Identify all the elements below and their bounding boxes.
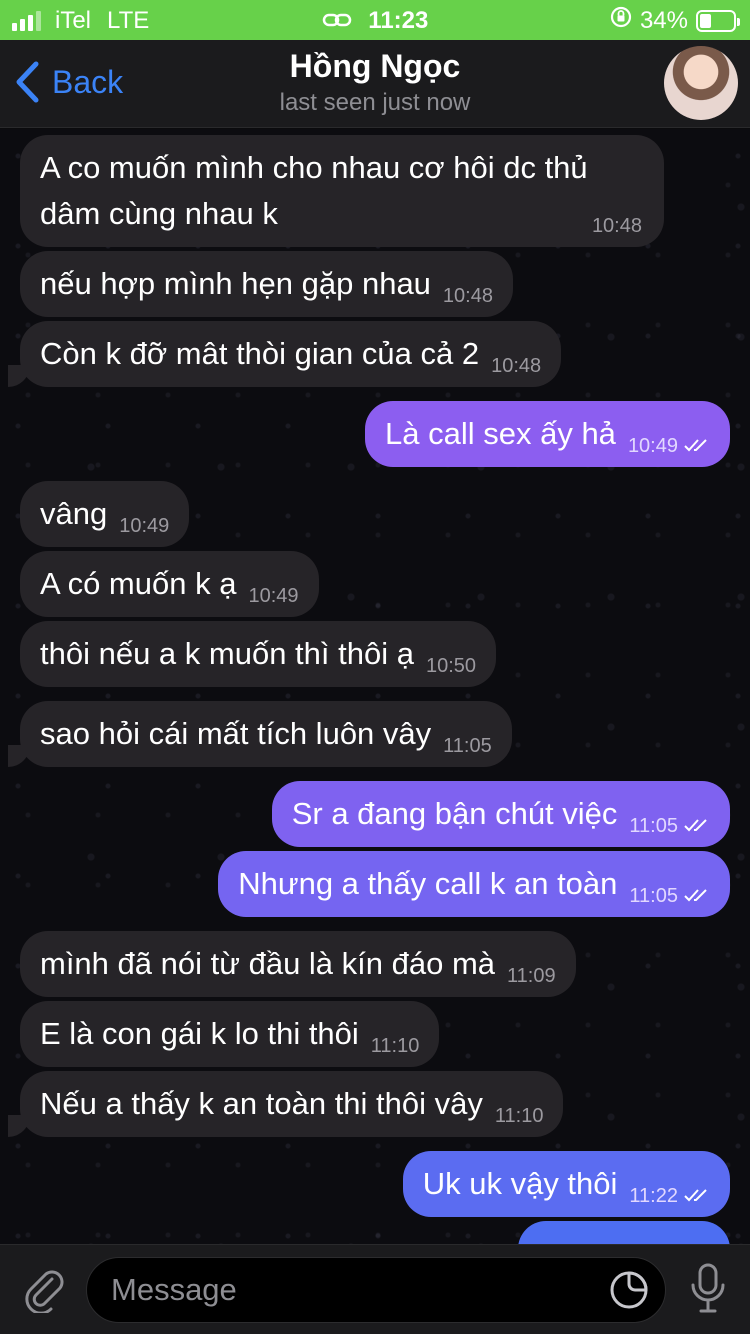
message-bubble-incoming[interactable]: A có muốn k ạ 10:49 bbox=[20, 551, 319, 617]
message-bubble-incoming[interactable]: sao hỏi cái mất tích luôn vây 11:05 bbox=[20, 701, 512, 767]
message-composer: Message bbox=[0, 1244, 750, 1334]
bubble-tail bbox=[8, 365, 30, 387]
message-time: 11:22 bbox=[629, 1185, 678, 1207]
microphone-icon[interactable] bbox=[690, 1263, 726, 1320]
message-input[interactable]: Message bbox=[86, 1257, 666, 1323]
message-text: A co muốn mình cho nhau cơ hôi dc thủ dâ… bbox=[40, 150, 588, 231]
avatar[interactable] bbox=[664, 46, 738, 120]
battery-fill bbox=[700, 13, 711, 28]
message-time: 10:49 bbox=[248, 585, 299, 607]
message-time: 11:05 bbox=[629, 815, 678, 837]
message-placeholder: Message bbox=[111, 1272, 237, 1307]
sticker-icon[interactable] bbox=[608, 1269, 650, 1316]
message-time: 10:49 bbox=[119, 515, 170, 537]
bubble-tail bbox=[8, 745, 30, 767]
message-time: 10:50 bbox=[425, 655, 477, 677]
message-time: 10:48 bbox=[442, 285, 493, 307]
message-bubble-outgoing[interactable]: Là call sex ấy hả 10:49 bbox=[365, 401, 730, 467]
message-bubble-outgoing[interactable]: Nhưng a thấy call k an toàn 11:05 bbox=[218, 851, 730, 917]
message-time: 11:10 bbox=[494, 1105, 544, 1127]
paperclip-icon[interactable] bbox=[22, 1265, 66, 1318]
message-text: Nhưng a thấy call k an toàn bbox=[238, 866, 618, 901]
status-right: 34% bbox=[610, 6, 740, 35]
status-bar: iTel LTE 11:23 34% bbox=[0, 0, 750, 40]
message-bubble-incoming[interactable]: nếu hợp mình hẹn gặp nhau 10:48 bbox=[20, 251, 513, 317]
message-text: nếu hợp mình hẹn gặp nhau bbox=[40, 266, 431, 301]
message-text: thôi nếu a k muốn thì thôi ạ bbox=[40, 636, 414, 671]
message-bubble-outgoing[interactable]: Uk uk vậy thôi 11:22 bbox=[402, 1151, 730, 1217]
message-bubble-incoming[interactable]: E là con gái k lo thi thôi 11:10 bbox=[20, 1001, 440, 1067]
message-text: A có muốn k ạ bbox=[40, 566, 237, 601]
message-time: 11:05 bbox=[629, 885, 678, 907]
message-bubble-incoming[interactable]: mình đã nói từ đầu là kín đáo mà 11:09 bbox=[20, 931, 576, 997]
message-text: mình đã nói từ đầu là kín đáo mà bbox=[40, 946, 496, 981]
message-bubble-incoming[interactable]: A co muốn mình cho nhau cơ hôi dc thủ dâ… bbox=[20, 135, 664, 247]
message-time: 11:09 bbox=[507, 965, 556, 987]
double-check-icon bbox=[684, 439, 707, 452]
message-text: Là call sex ấy hả bbox=[385, 416, 616, 451]
message-bubble-incoming[interactable]: vâng 10:49 bbox=[20, 481, 190, 547]
message-text: Uk uk vậy thôi bbox=[422, 1166, 618, 1201]
message-bubble-incoming[interactable]: Còn k đỡ mât thòi gian của cả 2 10:48 bbox=[20, 321, 562, 387]
message-text: Sr a đang bận chút việc bbox=[291, 796, 618, 831]
chat-title-wrap[interactable]: Hồng Ngọc last seen just now bbox=[0, 48, 750, 117]
message-text: vâng bbox=[40, 496, 108, 531]
battery-icon bbox=[696, 9, 740, 32]
chat-header: Back Hồng Ngọc last seen just now bbox=[0, 40, 750, 128]
double-check-icon bbox=[684, 819, 707, 832]
message-bubble-incoming[interactable]: thôi nếu a k muốn thì thôi ạ 10:50 bbox=[20, 621, 497, 687]
message-text: Nếu a thấy k an toàn thi thôi vây bbox=[40, 1086, 483, 1121]
message-bubble-outgoing-partial[interactable] bbox=[518, 1221, 730, 1244]
bubble-tail bbox=[8, 1115, 30, 1137]
message-time: 11:05 bbox=[443, 735, 492, 757]
message-text: Còn k đỡ mât thòi gian của cả 2 bbox=[40, 336, 480, 371]
message-text: E là con gái k lo thi thôi bbox=[40, 1016, 359, 1051]
double-check-icon bbox=[684, 1189, 707, 1202]
message-time: 10:48 bbox=[491, 355, 542, 377]
message-time: 10:49 bbox=[627, 435, 678, 457]
status-time: 11:23 bbox=[368, 7, 429, 34]
last-seen-status: last seen just now bbox=[279, 89, 471, 116]
message-text: sao hỏi cái mất tích luôn vây bbox=[40, 716, 432, 751]
message-time: 11:10 bbox=[370, 1035, 420, 1057]
battery-percent: 34% bbox=[639, 6, 688, 34]
message-time: 10:48 bbox=[591, 215, 642, 237]
contact-name: Hồng Ngọc bbox=[289, 48, 461, 84]
message-bubble-outgoing[interactable]: Sr a đang bận chút việc 11:05 bbox=[271, 781, 730, 847]
rotation-lock-icon bbox=[610, 6, 632, 35]
message-list[interactable]: A co muốn mình cho nhau cơ hôi dc thủ dâ… bbox=[0, 129, 750, 1244]
double-check-icon bbox=[684, 889, 707, 902]
message-bubble-incoming[interactable]: Nếu a thấy k an toàn thi thôi vây 11:10 bbox=[20, 1071, 564, 1137]
link-icon bbox=[322, 8, 352, 36]
